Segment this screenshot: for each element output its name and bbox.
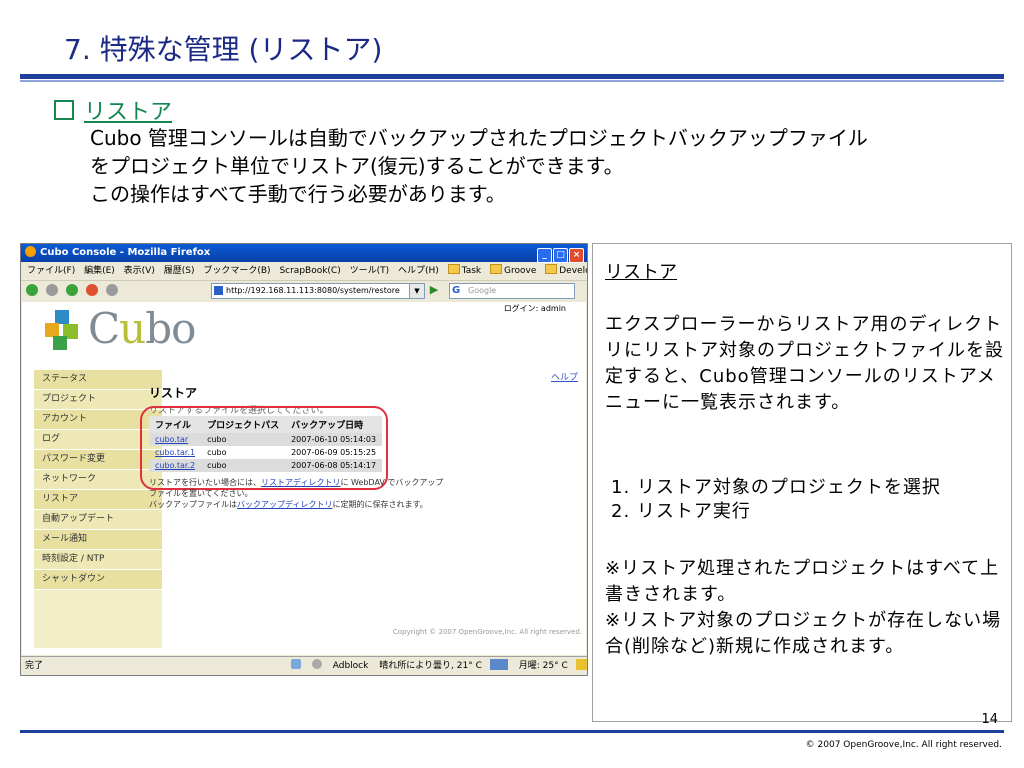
menu-history[interactable]: 履歴(S) — [164, 266, 195, 276]
search-input[interactable]: G Google — [449, 283, 575, 299]
menu-file[interactable]: ファイル(F) — [27, 266, 75, 276]
intro-text: Cubo 管理コンソールは自動でバックアップされたプロジェクトバックアップファイ… — [90, 124, 868, 208]
folder-icon — [447, 264, 460, 274]
maximize-icon[interactable]: □ — [553, 248, 568, 263]
url-text: http://192.168.11.113:8080/system/restor… — [226, 286, 400, 295]
search-placeholder: Google — [468, 286, 497, 295]
sidebar-item-status[interactable]: ステータス — [34, 370, 162, 390]
browser-screenshot: Cubo Console - Mozilla Firefox _ □ × ファイル(… — [20, 243, 588, 676]
weather-cloud-icon — [489, 659, 508, 670]
panel-notes: ※リストア処理されたプロジェクトはすべて上書きされます。 ※リストア対象のプロジ… — [605, 556, 1005, 660]
page-number: 14 — [981, 712, 998, 727]
bookmark-groove[interactable]: Groove — [490, 264, 536, 276]
menu-help[interactable]: ヘルプ(H) — [398, 266, 439, 276]
menu-edit[interactable]: 編集(E) — [84, 266, 115, 276]
cubo-logo: Cubo — [40, 304, 196, 353]
restore-directory-link[interactable]: リストアディレクトリ — [261, 478, 340, 487]
menu-view[interactable]: 表示(V) — [124, 266, 155, 276]
menu-tools[interactable]: ツール(T) — [350, 266, 390, 276]
section-heading-text: リストア — [84, 100, 173, 125]
status-bar: 完了 Adblock 晴れ所により曇り, 21° C 月曜: 25° C — [21, 656, 587, 675]
home-icon[interactable] — [105, 284, 118, 296]
restore-note: リストアを行いたい場合には、リストアディレクトリに WebDAV でバックアップ… — [149, 478, 444, 509]
logo-wordmark: Cubo — [88, 304, 196, 353]
browser-titlebar: Cubo Console - Mozilla Firefox _ □ × — [21, 244, 587, 263]
app-copyright: Copyright © 2007 OpenGroove,Inc. All rig… — [392, 628, 582, 636]
page-content: ログイン: admin Cubo ステータス プロジェクト アカウント ログ パ… — [22, 302, 586, 655]
explanation-panel: リストア エクスプローラーからリストア用のディレクトリにリストア対象のプロジェク… — [592, 243, 1012, 722]
footer-rule — [20, 730, 1004, 733]
step-item: 2. リストア実行 — [611, 501, 751, 522]
sidebar-item-auto-update[interactable]: 自動アップデート — [34, 510, 162, 530]
checkbox-bullet-icon — [54, 100, 74, 120]
page-heading: リストア — [149, 386, 198, 400]
url-dropdown-icon[interactable]: ▼ — [409, 283, 425, 299]
help-link[interactable]: ヘルプ — [551, 370, 578, 383]
note-item: ※リストア対象のプロジェクトが存在しない場合(削除など)新規に作成されます。 — [605, 610, 1002, 657]
sidebar-item-ntp[interactable]: 時刻設定 / NTP — [34, 550, 162, 570]
google-icon: G — [452, 285, 461, 296]
window-title: Cubo Console - Mozilla Firefox — [40, 247, 211, 258]
intro-line: をプロジェクト単位でリストア(復元)することができます。 — [90, 154, 624, 178]
url-bar[interactable]: http://192.168.11.113:8080/system/restor… — [211, 283, 423, 299]
sidebar-item-project[interactable]: プロジェクト — [34, 390, 162, 410]
menu-bar: ファイル(F) 編集(E) 表示(V) 履歴(S) ブックマーク(B) Scra… — [21, 262, 587, 281]
folder-icon — [545, 264, 558, 274]
sidebar-item-shutdown[interactable]: シャットダウン — [34, 570, 162, 590]
cubes-logo-icon — [45, 310, 78, 350]
slide-footer: © 2007 OpenGroove,Inc. All right reserve… — [805, 740, 1002, 750]
intro-line: Cubo 管理コンソールは自動でバックアップされたプロジェクトバックアップファイ… — [90, 126, 868, 150]
step-item: 1. リストア対象のプロジェクトを選択 — [611, 477, 941, 498]
firefox-icon — [25, 246, 36, 257]
adblock-status[interactable]: Adblock — [333, 661, 369, 671]
panel-title: リストア — [605, 262, 677, 283]
weather-monday: 月曜: 25° C — [518, 661, 568, 671]
reload-icon[interactable] — [65, 284, 78, 296]
status-text: 完了 — [25, 661, 44, 671]
navigation-bar: http://192.168.11.113:8080/system/restor… — [21, 281, 587, 301]
intro-line: この操作はすべて手動で行う必要があります。 — [90, 182, 506, 206]
backup-directory-link[interactable]: バックアップディレクトリ — [237, 500, 332, 509]
forward-icon[interactable] — [45, 284, 58, 296]
slide-title: 7. 特殊な管理 (リストア) — [64, 33, 383, 66]
menu-scrapbook[interactable]: ScrapBook(C) — [279, 266, 340, 276]
title-rule-thin — [20, 80, 1004, 82]
sidebar-filler — [34, 590, 162, 648]
favicon-icon — [214, 286, 223, 295]
note-item: ※リストア処理されたプロジェクトはすべて上書きされます。 — [605, 558, 1000, 605]
sidebar-item-mail[interactable]: メール通知 — [34, 530, 162, 550]
bookmark-develop[interactable]: Develop — [545, 264, 587, 276]
weather-sun-icon — [575, 659, 587, 670]
weather-today: 晴れ所により曇り, 21° C — [379, 661, 482, 671]
minimize-icon[interactable]: _ — [537, 248, 552, 263]
section-heading: リストア — [54, 94, 172, 126]
close-icon[interactable]: × — [569, 248, 584, 263]
panel-description: エクスプローラーからリストア用のディレクトリにリストア対象のプロジェクトファイル… — [605, 314, 1004, 413]
addon-icon[interactable] — [311, 659, 322, 669]
procedure-steps: 1. リストア対象のプロジェクトを選択 2. リストア実行 — [611, 476, 941, 524]
folder-icon — [490, 264, 502, 274]
go-icon[interactable]: ▶ — [427, 283, 441, 297]
login-status: ログイン: admin — [503, 304, 566, 313]
back-icon[interactable] — [26, 284, 38, 296]
menu-bookmarks[interactable]: ブックマーク(B) — [203, 266, 270, 276]
bookmark-task[interactable]: Task — [447, 264, 481, 276]
page-info-icon[interactable] — [291, 659, 301, 669]
title-rule — [20, 74, 1004, 79]
sidebar-item-restore[interactable]: リストア — [34, 490, 162, 510]
stop-icon[interactable] — [85, 284, 98, 296]
